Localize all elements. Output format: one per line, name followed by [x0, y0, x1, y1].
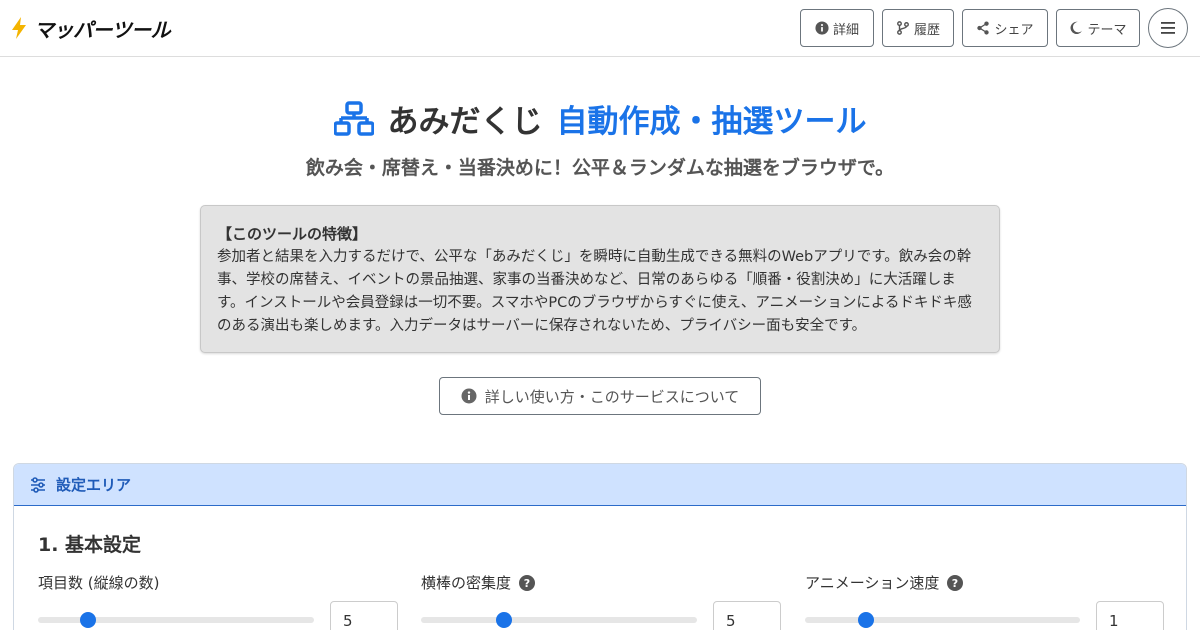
field-label-text: 横棒の密集度	[421, 574, 512, 592]
about-service-button[interactable]: 詳しい使い方・このサービスについて	[439, 377, 761, 415]
svg-text:?: ?	[524, 577, 530, 590]
about-service-button-label: 詳しい使い方・このサービスについて	[484, 387, 740, 406]
history-button[interactable]: 履歴	[882, 9, 954, 47]
site-header: マッパーツール 詳細 履歴 シェア テーマ	[0, 0, 1200, 57]
field-label-animation-speed: アニメーション速度 ?	[805, 572, 964, 593]
field-label-text: 項目数 (縦線の数)	[38, 574, 160, 592]
density-input[interactable]: 5	[713, 601, 781, 630]
feature-body: 参加者と結果を入力するだけで、公平な「あみだくじ」を瞬時に自動生成できる無料のW…	[217, 249, 972, 334]
theme-button-label: テーマ	[1087, 22, 1127, 38]
logo-text: マッパーツール	[34, 17, 171, 42]
density-slider[interactable]	[421, 612, 697, 628]
settings-header: 設定エリア	[14, 464, 1186, 506]
page-subtitle: 飲み会・席替え・当番決めに！公平＆ランダムな抽選をブラウザで。	[305, 157, 895, 179]
moon-icon	[1070, 21, 1083, 35]
lightning-icon	[12, 17, 26, 39]
question-icon[interactable]: ?	[519, 574, 536, 591]
field-label-item-count: 項目数 (縦線の数)	[38, 572, 159, 593]
sliders-icon	[31, 476, 45, 493]
menu-button[interactable]	[1148, 8, 1188, 48]
info-icon	[815, 21, 829, 35]
slider-thumb[interactable]	[79, 612, 96, 628]
details-button-label: 詳細	[832, 22, 859, 38]
branch-icon	[897, 21, 909, 35]
page-title-accent: 自動作成・抽選ツール	[556, 104, 867, 140]
sitemap-icon	[333, 100, 374, 136]
field-label-text: アニメーション速度	[805, 574, 940, 592]
item-count-input[interactable]: 5	[330, 601, 398, 630]
settings-header-label: 設定エリア	[56, 476, 132, 494]
page-title-main: あみだくじ	[387, 104, 543, 140]
theme-button[interactable]: テーマ	[1056, 9, 1140, 47]
settings-card: 設定エリア 1. 基本設定 項目数 (縦線の数) 5 横棒の密集度 ? 5 アニ…	[13, 463, 1187, 630]
item-count-slider[interactable]	[38, 612, 314, 628]
section-title-basic: 1. 基本設定	[38, 534, 142, 556]
info-icon	[461, 388, 477, 404]
share-button-label: シェア	[994, 22, 1034, 38]
share-button[interactable]: シェア	[962, 9, 1048, 47]
svg-text:?: ?	[952, 577, 958, 590]
animation-speed-input[interactable]: 1	[1096, 601, 1164, 630]
question-icon[interactable]: ?	[947, 574, 964, 591]
animation-speed-slider[interactable]	[805, 612, 1080, 628]
slider-thumb[interactable]	[857, 612, 874, 628]
field-label-density: 横棒の密集度 ?	[421, 572, 536, 593]
share-icon	[977, 21, 990, 35]
page-title: あみだくじ 自動作成・抽選ツール	[0, 96, 1200, 141]
details-button[interactable]: 詳細	[800, 9, 874, 47]
history-button-label: 履歴	[913, 22, 940, 38]
logo[interactable]: マッパーツール	[10, 13, 171, 43]
hamburger-icon	[1161, 22, 1175, 34]
feature-box: 【このツールの特徴】 参加者と結果を入力するだけで、公平な「あみだくじ」を瞬時に…	[200, 205, 1000, 353]
feature-title: 【このツールの特徴】	[217, 225, 368, 243]
slider-thumb[interactable]	[495, 612, 512, 628]
